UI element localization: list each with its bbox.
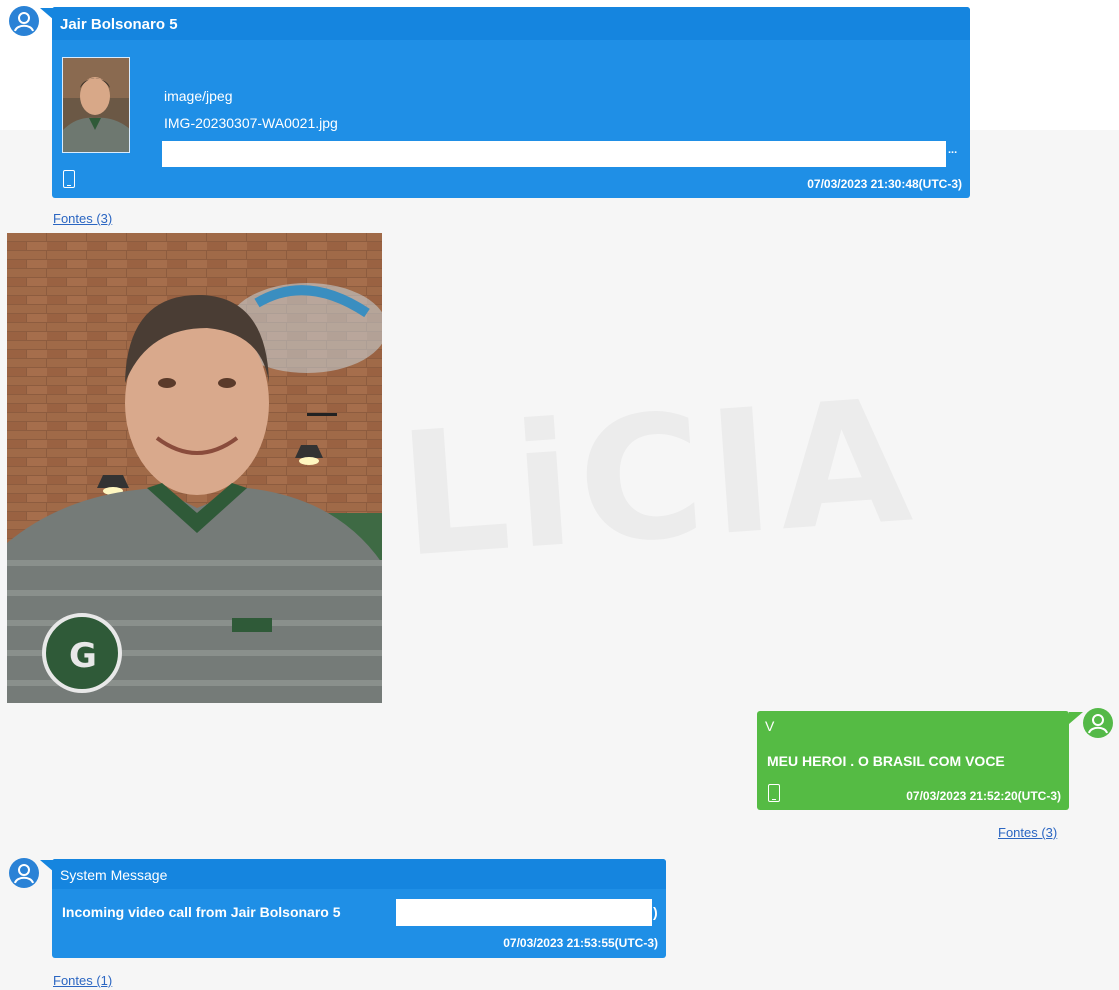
user-avatar-icon[interactable] xyxy=(1083,708,1113,738)
phone-icon xyxy=(768,784,780,802)
message-timestamp: 07/03/2023 21:52:20(UTC-3) xyxy=(906,789,1061,803)
sender-name: V xyxy=(765,718,775,734)
message-bubble[interactable]: Jair Bolsonaro 5 image/jpeg IMG-20230307… xyxy=(52,7,970,198)
more-ellipsis[interactable]: ... xyxy=(948,144,957,156)
message-bubble-outgoing[interactable]: V MEU HEROI . O BRASIL COM VOCE 07/03/20… xyxy=(757,711,1069,810)
phone-icon xyxy=(63,170,75,188)
attachment-filename[interactable]: IMG-20230307-WA0021.jpg xyxy=(164,115,338,131)
message-timestamp: 07/03/2023 21:53:55(UTC-3) xyxy=(503,936,658,950)
attachment-image[interactable]: G xyxy=(7,233,382,703)
message-text-suffix: ) xyxy=(653,904,658,920)
message-header xyxy=(52,7,970,40)
bubble-tail xyxy=(1069,712,1083,724)
sources-link[interactable]: Fontes (3) xyxy=(998,825,1057,840)
message-text: Incoming video call from Jair Bolsonaro … xyxy=(62,904,341,920)
sources-link[interactable]: Fontes (3) xyxy=(53,211,112,226)
message-text: MEU HEROI . O BRASIL COM VOCE xyxy=(767,753,1005,769)
contact-avatar-icon[interactable] xyxy=(9,6,39,36)
message-timestamp: 07/03/2023 21:30:48(UTC-3) xyxy=(807,177,962,191)
sources-link[interactable]: Fontes (1) xyxy=(53,973,112,988)
sender-name: Jair Bolsonaro 5 xyxy=(60,16,178,33)
attachment-thumbnail[interactable] xyxy=(62,57,130,153)
attachment-mime: image/jpeg xyxy=(164,88,233,104)
system-avatar-icon[interactable] xyxy=(9,858,39,888)
svg-text:G: G xyxy=(69,636,97,676)
sender-name: System Message xyxy=(60,867,168,883)
redacted-area xyxy=(162,141,946,167)
message-bubble-system[interactable]: System Message Incoming video call from … xyxy=(52,859,666,958)
redacted-area xyxy=(396,899,652,926)
